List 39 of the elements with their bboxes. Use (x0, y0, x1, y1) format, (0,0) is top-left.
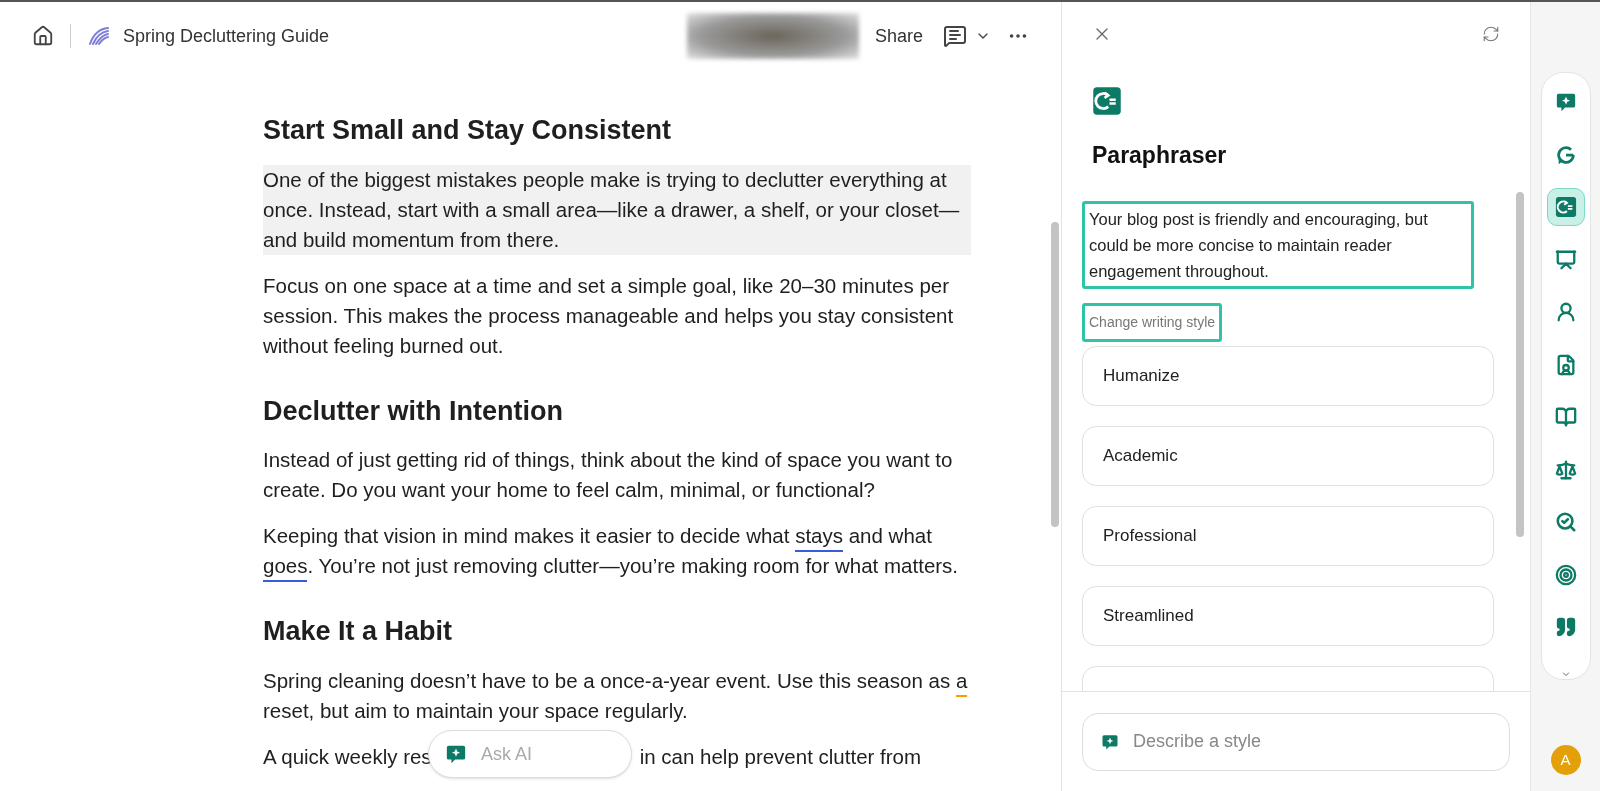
style-option[interactable]: Streamlined (1082, 585, 1494, 646)
underlined-word[interactable]: stays (795, 524, 843, 552)
underlined-word[interactable]: goes (263, 554, 308, 582)
g-logo-icon (1554, 143, 1577, 166)
target-icon (1554, 563, 1577, 586)
paragraph: Spring cleaning doesn’t have to be a once-a-year event. Use this season as a reset, but aim to maintain your space regularly. (263, 667, 969, 724)
style-option[interactable]: Professional (1082, 505, 1494, 566)
panel-title: Paraphraser (1091, 141, 1228, 170)
document-title: Spring Decluttering Guide (123, 24, 330, 48)
section-heading: Declutter with Intention (263, 394, 564, 428)
book-icon (1554, 406, 1577, 428)
comment-icon[interactable] (943, 24, 967, 48)
section-heading: Make It a Habit (263, 615, 454, 648)
section-label: Change writing style (1082, 302, 1223, 342)
ai-sparkle-icon (1101, 732, 1119, 751)
paragraph: One of the biggest mistakes people make is trying to declutter everything at once. Instead, start with a small area—like a drawer, a shelf, or your closet—and build momentum from there. (263, 164, 971, 255)
ai-sparkle-icon (445, 743, 467, 765)
paragraph: Keeping that vision in mind makes it easier to decide what stays and what goes. You’re not just removing clutter—you’re making room for what matters. (263, 521, 971, 581)
paragraph: Focus on one space at a time and set a simple goal, like 20–30 minutes per session. This makes the process manageable and helps you stay consistent without feeling burned out. (263, 272, 955, 359)
style-input-field[interactable]: Describe a style (1082, 712, 1510, 771)
quote-icon (1554, 616, 1577, 638)
paraphrase-icon (1092, 86, 1122, 116)
share-button[interactable]: Share (868, 22, 929, 50)
paragraph: Instead of just getting rid of things, think about the kind of space you want to create. Do you want your home to feel calm, minimal, or functional? (263, 447, 954, 503)
text-fragment: in can help prevent clutter from (639, 743, 922, 770)
search-icon (1554, 511, 1577, 533)
summary-text: Your blog post is friendly and encouraging, but could be more concise to maintain reader engagement throughout. (1082, 200, 1474, 289)
tool-button[interactable] (1546, 188, 1585, 226)
section-heading: Start Small and Stay Consistent (263, 114, 673, 147)
scales-icon (1554, 458, 1577, 481)
underlined-word[interactable]: a (955, 668, 968, 697)
style-option[interactable]: Humanize (1082, 345, 1494, 406)
refresh-icon[interactable] (1482, 25, 1500, 43)
feather-logo-icon (87, 25, 111, 47)
paraphrase-icon (1554, 196, 1577, 218)
audience-icon (1554, 248, 1577, 271)
ai-chat-icon (1554, 91, 1577, 113)
style-option[interactable]: Academic (1082, 425, 1494, 486)
home-icon[interactable] (32, 25, 54, 47)
